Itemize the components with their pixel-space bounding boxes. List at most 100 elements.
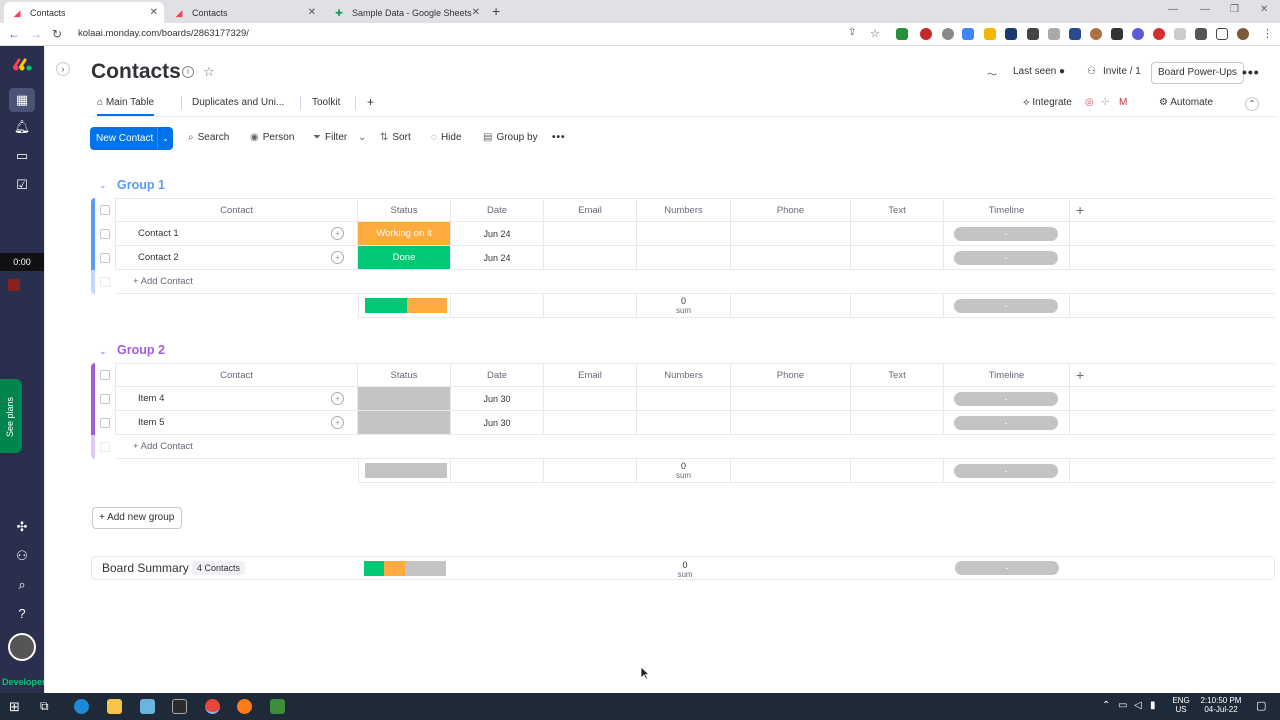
notifications-bell-icon[interactable]: 🔔︎ xyxy=(13,118,31,136)
column-header-timeline[interactable]: Timeline xyxy=(944,363,1070,387)
status-cell[interactable] xyxy=(358,411,451,435)
group-1-collapse-chevron-icon[interactable]: ⌄ xyxy=(99,180,107,191)
file-explorer-icon[interactable] xyxy=(107,699,122,714)
email-cell[interactable] xyxy=(544,411,637,435)
app-icon[interactable] xyxy=(270,699,285,714)
collapse-header-chevron-icon[interactable]: ⌃ xyxy=(1245,97,1259,111)
browser-tab-contacts-1[interactable]: ◢ Contacts ✕ xyxy=(4,2,164,23)
tray-chevron-icon[interactable]: ⌃ xyxy=(1102,700,1110,711)
new-contact-dropdown-icon[interactable]: ⌄ xyxy=(157,127,173,150)
windows-start-icon[interactable]: ⊞ xyxy=(9,699,24,714)
invite-members-icon[interactable]: ⚇ xyxy=(13,547,31,565)
column-header-date[interactable]: Date xyxy=(451,363,544,387)
column-header-text[interactable]: Text xyxy=(851,198,944,222)
numbers-summary-cell[interactable]: 0 sum xyxy=(637,294,731,318)
input-language[interactable]: ENG US xyxy=(1168,696,1194,714)
browser-menu-icon[interactable]: ⋮ xyxy=(1262,27,1273,40)
person-filter-button[interactable]: ◉ Person xyxy=(250,132,294,143)
forward-icon[interactable]: → xyxy=(30,27,42,41)
add-update-icon[interactable]: + xyxy=(331,251,344,264)
numbers-cell[interactable] xyxy=(637,387,731,411)
network-icon[interactable]: ▭ xyxy=(1118,700,1127,711)
select-all-checkbox[interactable] xyxy=(100,370,110,380)
integrate-button[interactable]: ⟡ Integrate xyxy=(1023,97,1072,108)
email-cell[interactable] xyxy=(544,222,637,246)
board-power-ups-button[interactable]: Board Power-Ups xyxy=(1151,62,1244,84)
timeline-cell[interactable]: - xyxy=(944,411,1070,435)
status-cell[interactable] xyxy=(358,387,451,411)
app-icon[interactable] xyxy=(172,699,187,714)
extension-icon[interactable] xyxy=(1027,28,1039,40)
inbox-icon[interactable]: ▭ xyxy=(13,147,31,165)
numbers-cell[interactable] xyxy=(637,222,731,246)
volume-icon[interactable]: ◁ xyxy=(1134,700,1142,711)
text-cell[interactable] xyxy=(851,246,944,270)
phone-cell[interactable] xyxy=(731,411,851,435)
group-2-title[interactable]: Group 2 xyxy=(117,343,165,357)
extension-icon[interactable] xyxy=(920,28,932,40)
filter-button[interactable]: ⏷ Filter xyxy=(313,132,347,143)
column-header-phone[interactable]: Phone xyxy=(731,363,851,387)
add-view-button[interactable]: + xyxy=(367,95,374,109)
tab-main-table[interactable]: ⌂ Main Table xyxy=(97,97,155,116)
extension-icon[interactable] xyxy=(1132,28,1144,40)
firefox-icon[interactable] xyxy=(237,699,252,714)
my-work-calendar-icon[interactable]: ☑ xyxy=(13,176,31,194)
extension-icon[interactable] xyxy=(1153,28,1165,40)
new-tab-button[interactable]: + xyxy=(492,3,500,19)
search-button[interactable]: ⌕ Search xyxy=(188,132,229,143)
add-update-icon[interactable]: + xyxy=(331,416,344,429)
phone-cell[interactable] xyxy=(731,246,851,270)
board-title[interactable]: Contacts xyxy=(91,60,181,84)
close-tab-icon[interactable]: ✕ xyxy=(308,7,316,18)
timeline-cell[interactable]: - xyxy=(944,246,1070,270)
user-avatar[interactable] xyxy=(8,633,36,661)
timeline-cell[interactable]: - xyxy=(944,222,1070,246)
extensions-puzzle-icon[interactable] xyxy=(1195,28,1207,40)
status-cell[interactable]: Working on it xyxy=(358,222,451,246)
automate-button[interactable]: ⚙ Automate xyxy=(1159,97,1213,108)
item-name-cell[interactable]: Item 4 xyxy=(115,387,358,411)
column-header-phone[interactable]: Phone xyxy=(731,198,851,222)
status-summary-cell[interactable] xyxy=(358,459,451,483)
add-contact-input[interactable]: + Add Contact xyxy=(115,270,1275,294)
timeline-summary-cell[interactable]: - xyxy=(944,294,1070,318)
column-header-date[interactable]: Date xyxy=(451,198,544,222)
close-tab-icon[interactable]: ✕ xyxy=(472,7,480,18)
date-cell[interactable]: Jun 30 xyxy=(451,387,544,411)
add-update-icon[interactable]: + xyxy=(331,227,344,240)
help-icon[interactable]: ? xyxy=(13,605,31,623)
table-row[interactable]: Item 5 + Jun 30 - xyxy=(91,411,1275,435)
row-checkbox[interactable] xyxy=(100,418,110,428)
numbers-summary-cell[interactable]: 0 sum xyxy=(637,459,731,483)
system-clock[interactable]: 2:10:50 PM 04-Jul-22 xyxy=(1196,696,1246,714)
hide-button[interactable]: ◌ Hide xyxy=(431,132,462,143)
status-summary-cell[interactable] xyxy=(358,294,451,318)
phone-cell[interactable] xyxy=(731,222,851,246)
select-all-checkbox[interactable] xyxy=(100,205,110,215)
table-row[interactable]: Contact 1 + Working on it Jun 24 - xyxy=(91,222,1275,246)
app-icon[interactable] xyxy=(140,699,155,714)
extension-icon[interactable] xyxy=(942,28,954,40)
reload-icon[interactable]: ↻ xyxy=(52,27,62,41)
phone-cell[interactable] xyxy=(731,387,851,411)
column-header-contact[interactable]: Contact xyxy=(115,198,358,222)
browser-tab-contacts-2[interactable]: ◢ Contacts ✕ xyxy=(166,2,322,23)
column-header-text[interactable]: Text xyxy=(851,363,944,387)
profile-avatar-icon[interactable] xyxy=(1237,28,1249,40)
last-seen-button[interactable]: Last seen xyxy=(1013,66,1056,77)
see-plans-button[interactable]: See plans xyxy=(0,379,22,453)
monday-logo-icon[interactable] xyxy=(13,58,32,76)
date-cell[interactable]: Jun 24 xyxy=(451,246,544,270)
invite-button[interactable]: Invite / 1 xyxy=(1103,66,1141,77)
email-cell[interactable] xyxy=(544,246,637,270)
extension-icon[interactable] xyxy=(984,28,996,40)
tab-duplicates[interactable]: Duplicates and Uni... xyxy=(192,97,284,108)
extension-icon[interactable] xyxy=(1069,28,1081,40)
bookmark-star-icon[interactable]: ☆ xyxy=(870,27,880,40)
edge-browser-icon[interactable] xyxy=(74,699,89,714)
tab-toolkit[interactable]: Toolkit xyxy=(312,97,340,108)
info-icon[interactable]: i xyxy=(182,66,194,78)
extension-icon[interactable] xyxy=(896,28,908,40)
task-view-icon[interactable]: ⧉ xyxy=(40,699,55,714)
